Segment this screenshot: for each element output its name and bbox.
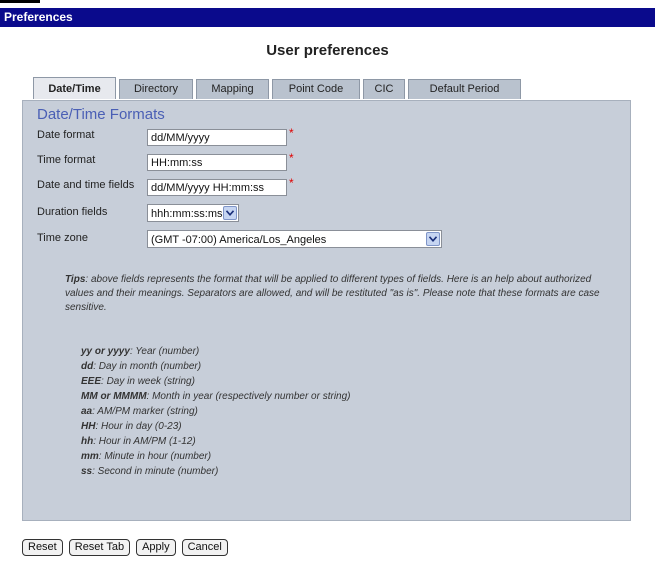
required-marker: * xyxy=(289,176,294,190)
legend-key: EEE xyxy=(81,376,102,387)
date-format-input[interactable]: dd/MM/yyyy xyxy=(147,129,287,146)
tab-mapping[interactable]: Mapping xyxy=(196,79,269,99)
top-accent-line xyxy=(0,0,40,3)
chevron-down-icon[interactable] xyxy=(426,232,440,246)
apply-button[interactable]: Apply xyxy=(136,539,176,556)
tab-panel: Date/Time Formats Date format dd/MM/yyyy… xyxy=(22,100,631,521)
section-title: Date/Time Formats xyxy=(37,106,165,123)
tab-datetime[interactable]: Date/Time xyxy=(33,77,116,99)
reset-tab-button[interactable]: Reset Tab xyxy=(68,539,131,556)
legend-desc: : Month in year (respectively number or … xyxy=(146,391,351,402)
time-zone-select[interactable]: (GMT -07:00) America/Los_Angeles xyxy=(147,230,442,248)
legend-desc: : Day in month (number) xyxy=(93,361,202,372)
chevron-down-icon[interactable] xyxy=(223,206,237,220)
page-title: User preferences xyxy=(266,42,389,59)
legend-item: MM or MMMM: Month in year (respectively … xyxy=(81,389,351,404)
legend-key: ss xyxy=(81,466,93,477)
legend-key: aa xyxy=(81,406,93,417)
window-titlebar: Preferences xyxy=(0,8,655,27)
legend-desc: : Hour in day (0-23) xyxy=(95,421,182,432)
tab-directory[interactable]: Directory xyxy=(119,79,193,99)
format-legend: yy or yyyy: Year (number) dd: Day in mon… xyxy=(81,344,351,479)
legend-key: MM or MMMM xyxy=(81,391,147,402)
action-bar: Reset Reset Tab Apply Cancel xyxy=(22,539,234,556)
cancel-button[interactable]: Cancel xyxy=(181,539,228,556)
legend-desc: : Second in minute (number) xyxy=(92,466,219,477)
tips-text: Tips: above fields represents the format… xyxy=(65,273,610,315)
legend-item: hh: Hour in AM/PM (1-12) xyxy=(81,434,351,449)
legend-item: HH: Hour in day (0-23) xyxy=(81,419,351,434)
legend-item: EEE: Day in week (string) xyxy=(81,374,351,389)
legend-desc: : AM/PM marker (string) xyxy=(92,406,198,417)
tab-default-period[interactable]: Default Period xyxy=(408,79,521,99)
datetime-fields-label: Date and time fields xyxy=(37,179,135,191)
tips-body: : above fields represents the format tha… xyxy=(65,274,600,313)
legend-desc: : Minute in hour (number) xyxy=(98,451,212,462)
required-marker: * xyxy=(289,126,294,140)
legend-key: HH xyxy=(81,421,96,432)
legend-item: ss: Second in minute (number) xyxy=(81,464,351,479)
legend-desc: : Hour in AM/PM (1-12) xyxy=(93,436,196,447)
reset-button[interactable]: Reset xyxy=(22,539,63,556)
legend-key: mm xyxy=(81,451,99,462)
legend-desc: : Day in week (string) xyxy=(101,376,195,387)
legend-key: hh xyxy=(81,436,94,447)
tab-point-code[interactable]: Point Code xyxy=(272,79,360,99)
required-marker: * xyxy=(289,151,294,165)
time-format-input[interactable]: HH:mm:ss xyxy=(147,154,287,171)
time-format-label: Time format xyxy=(37,154,96,166)
duration-fields-label: Duration fields xyxy=(37,206,108,218)
date-format-label: Date format xyxy=(37,129,95,141)
tab-cic[interactable]: CIC xyxy=(363,79,405,99)
tips-lead: Tips xyxy=(65,274,86,285)
legend-desc: : Year (number) xyxy=(129,346,200,357)
legend-item: aa: AM/PM marker (string) xyxy=(81,404,351,419)
legend-item: dd: Day in month (number) xyxy=(81,359,351,374)
duration-fields-value: hhh:mm:ss:ms xyxy=(151,208,223,220)
tab-bar: Date/Time Directory Mapping Point Code C… xyxy=(33,77,524,100)
legend-key: dd xyxy=(81,361,94,372)
time-zone-label: Time zone xyxy=(37,232,88,244)
datetime-fields-input[interactable]: dd/MM/yyyy HH:mm:ss xyxy=(147,179,287,196)
legend-item: mm: Minute in hour (number) xyxy=(81,449,351,464)
legend-item: yy or yyyy: Year (number) xyxy=(81,344,351,359)
time-zone-value: (GMT -07:00) America/Los_Angeles xyxy=(151,234,327,246)
duration-fields-select[interactable]: hhh:mm:ss:ms xyxy=(147,204,239,222)
legend-key: yy or yyyy xyxy=(81,346,130,357)
